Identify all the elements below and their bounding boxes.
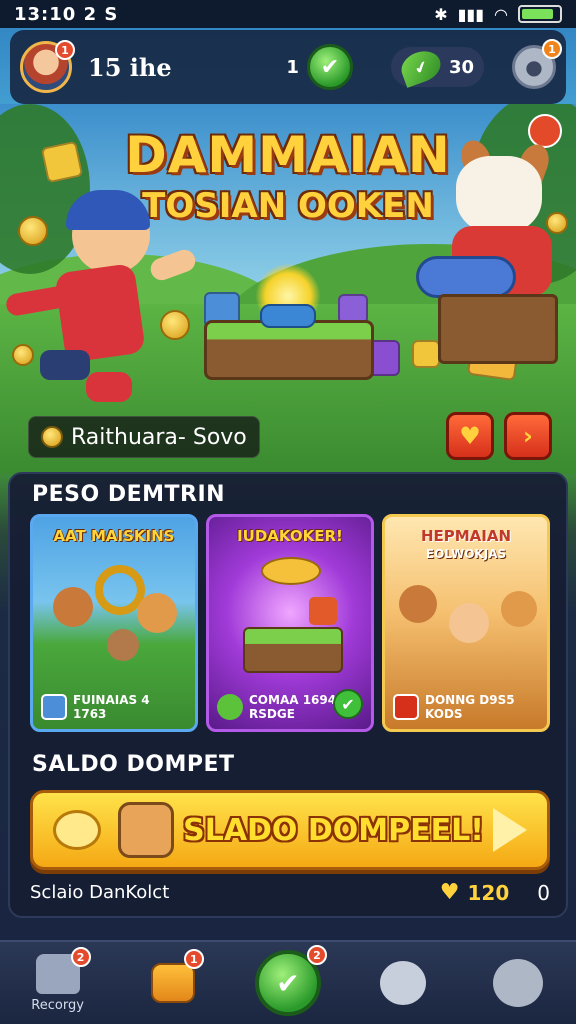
hero-banner[interactable]: DAMMAIAN TOSIAN OOKEN Raithuara- Sovo ♥ … [0,104,576,474]
heart-icon: ♥ [459,422,481,450]
coin-icon [12,344,34,366]
leaf-currency-pill[interactable]: ✔ 30 [390,46,484,88]
avatar[interactable]: 1 [20,40,75,93]
box-icon [412,340,440,368]
location-coin-icon [41,426,63,448]
bottom-nav: 2 Recorgy 1 ✔ 2 [0,940,576,1024]
card-title: HEPMAIAN [420,527,512,545]
card-title: IUDAKOKER! [237,527,343,545]
nav-label: Recorgy [31,997,84,1013]
treasure-table [204,320,374,380]
card-footer-sub: KODS [425,707,463,721]
wallet-button-label: SLADO DOMPEEL! [183,812,484,848]
token-icon [528,114,562,148]
bear-character [53,587,93,627]
game-card-3[interactable]: HEPMAIAN EOLWOKJAS DONNG D9S5 KODS [382,514,550,732]
favorite-button[interactable]: ♥ [446,412,494,460]
username: 15 ihe [88,52,172,82]
leaf-icon: ✔ [397,46,445,88]
battery-icon [518,5,562,23]
arrow-right-icon [492,808,527,852]
wallet-row: Sclaio DanKolct ♥ 120 0 [30,880,550,905]
game-card-1[interactable]: AAT MAISKINS FUINAIAS 4 1763 [30,514,198,732]
coin-icon [18,216,48,246]
card-subtitle: EOLWOKJAS [425,547,507,561]
chevron-right-icon: › [523,422,533,450]
wallet-label: Sclaio DanKolct [30,882,170,903]
counter-pill[interactable]: 1 ✔ [276,44,363,90]
nav-chat[interactable] [358,943,448,1023]
status-icons: ✱ ▮▮▮ ◠ [434,5,562,24]
card-icon [41,694,67,720]
coin-icon [160,310,190,340]
checkmark-icon: ✔ [306,44,353,90]
card-footer-sub: RSDGE [249,707,295,721]
wifi-icon: ◠ [494,4,508,24]
nav-badge: 2 [70,947,91,967]
ufo-icon [261,557,321,585]
wallet-balance: ♥ 120 [440,880,509,905]
bluetooth-icon: ✱ [434,4,448,24]
avatar-badge: 1 [55,40,75,60]
section-title-wallet: SALDO DOMPET [32,752,235,777]
card-footer-title: DONNG D9S5 [425,693,515,707]
next-button[interactable]: › [504,412,552,460]
kid-character [449,603,489,643]
checkmark-icon: ✔ [333,689,363,719]
frog-icon [217,694,243,720]
flag-icon [393,694,419,720]
controller-icon [416,256,516,298]
wallet-button[interactable]: SLADO DOMPEEL! [30,790,550,870]
card-footer-title: COMAA 1694 [249,693,337,707]
bear-icon [118,802,175,858]
bear-character [399,585,437,623]
nav-shop[interactable]: 1 [128,943,218,1023]
coin-icon [546,212,568,234]
profile-icon [493,959,544,1007]
wallet-extra: 0 [537,880,550,905]
heart-icon: ♥ [439,880,460,905]
status-bar: 13:10 2 S ✱ ▮▮▮ ◠ [0,0,576,28]
section-title-games: PESO DEMTRIN [32,482,226,507]
top-bar: 1 15 ihe 1 ✔ ✔ 30 ● 1 [10,30,566,104]
location-label[interactable]: Raithuara- Sovo [28,416,260,458]
gift-box-icon [40,140,84,184]
nav-badge: 2 [306,945,327,965]
card-footer-sub: 1763 [73,707,107,721]
card-footer-title: FUINAIAS 4 [73,693,150,707]
counter-value: 1 [286,56,299,78]
nav-profile[interactable] [473,943,563,1023]
card-title: AAT MAISKINS [53,527,175,545]
content-panel: PESO DEMTRIN AAT MAISKINS FUINAIAS 4 176… [8,472,568,918]
location-name: Raithuara- Sovo [71,424,247,450]
shop-icon [150,963,195,1003]
chat-icon [380,961,427,1005]
game-card-2[interactable]: IUDAKOKER! COMAA 1694 RSDGE ✔ [206,514,374,732]
dog-character [456,156,542,234]
speech-bubble-icon [53,810,101,850]
status-time: 13:10 2 S [14,3,119,25]
nav-play[interactable]: ✔ 2 [243,943,333,1023]
nav-badge: 1 [183,949,204,969]
leaf-value: 30 [448,56,474,78]
settings-button[interactable]: ● 1 [512,39,562,89]
signal-icon: ▮▮▮ [457,4,485,24]
wallet-amount: 120 [467,880,510,905]
nav-home[interactable]: 2 Recorgy [13,943,103,1023]
settings-badge: 1 [542,39,562,59]
fox-character [137,593,177,633]
fox-character [501,591,537,627]
